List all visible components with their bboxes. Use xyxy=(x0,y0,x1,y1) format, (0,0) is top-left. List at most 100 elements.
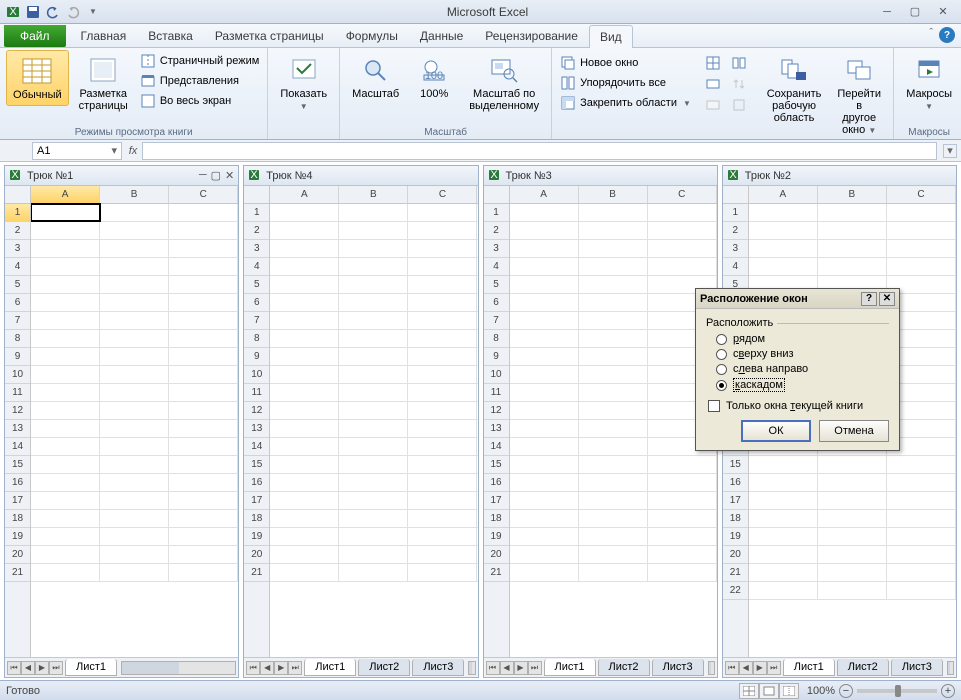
cell[interactable] xyxy=(408,276,477,293)
cell[interactable] xyxy=(818,222,887,239)
cell[interactable] xyxy=(579,330,648,347)
fx-icon[interactable]: fx xyxy=(124,145,142,157)
row-header[interactable]: 4 xyxy=(484,258,509,276)
row-header[interactable]: 17 xyxy=(5,492,30,510)
row-header[interactable]: 6 xyxy=(484,294,509,312)
cell[interactable] xyxy=(169,222,238,239)
cell[interactable] xyxy=(339,546,408,563)
row-header[interactable]: 6 xyxy=(244,294,269,312)
cell[interactable] xyxy=(510,294,579,311)
switch-windows-button[interactable]: Перейти в другое окно ▼ xyxy=(831,50,887,141)
cell[interactable] xyxy=(31,240,100,257)
cell[interactable] xyxy=(408,420,477,437)
cell[interactable] xyxy=(408,474,477,491)
cell[interactable] xyxy=(648,546,717,563)
cell[interactable] xyxy=(510,474,579,491)
row-header[interactable]: 8 xyxy=(484,330,509,348)
file-tab[interactable]: Файл xyxy=(4,25,66,47)
cancel-button[interactable]: Отмена xyxy=(819,420,889,442)
cell[interactable] xyxy=(339,492,408,509)
cell[interactable] xyxy=(339,348,408,365)
zoom-button[interactable]: Масштаб xyxy=(346,50,405,104)
cell[interactable] xyxy=(887,564,956,581)
cell[interactable] xyxy=(818,204,887,221)
close-icon[interactable]: ✕ xyxy=(933,5,953,19)
row-header[interactable]: 17 xyxy=(244,492,269,510)
cell[interactable] xyxy=(270,546,339,563)
cell[interactable] xyxy=(408,258,477,275)
cell[interactable] xyxy=(339,366,408,383)
sheet-nav-next-icon[interactable]: ▶ xyxy=(35,661,49,675)
normal-view-shortcut[interactable] xyxy=(739,683,759,699)
cell[interactable] xyxy=(339,438,408,455)
cell[interactable] xyxy=(339,276,408,293)
cell[interactable] xyxy=(408,564,477,581)
row-header[interactable]: 3 xyxy=(723,240,748,258)
cell[interactable] xyxy=(510,546,579,563)
row-header[interactable]: 13 xyxy=(5,420,30,438)
cell[interactable] xyxy=(270,384,339,401)
undo-icon[interactable] xyxy=(44,3,62,21)
cell[interactable] xyxy=(749,510,818,527)
new-window-button[interactable]: Новое окно xyxy=(558,54,693,72)
sheet-nav-prev-icon[interactable]: ◀ xyxy=(21,661,35,675)
cell[interactable] xyxy=(31,474,100,491)
redo-icon[interactable] xyxy=(64,3,82,21)
select-all-corner[interactable] xyxy=(244,186,269,204)
cell[interactable] xyxy=(169,564,238,581)
cell[interactable] xyxy=(510,222,579,239)
cell[interactable] xyxy=(31,348,100,365)
sheet-nav-next-icon[interactable]: ▶ xyxy=(274,661,288,675)
cell[interactable] xyxy=(887,258,956,275)
column-header[interactable]: C xyxy=(408,186,477,203)
column-header[interactable]: C xyxy=(648,186,717,203)
sheet-tab[interactable]: Лист3 xyxy=(891,659,943,676)
cell[interactable] xyxy=(169,510,238,527)
row-header[interactable]: 21 xyxy=(244,564,269,582)
row-header[interactable]: 8 xyxy=(244,330,269,348)
cell[interactable] xyxy=(510,276,579,293)
workbook-titlebar[interactable]: XТрюк №3 xyxy=(484,166,717,186)
cell[interactable] xyxy=(887,222,956,239)
row-header[interactable]: 14 xyxy=(484,438,509,456)
cell[interactable] xyxy=(270,312,339,329)
cell[interactable] xyxy=(270,240,339,257)
row-header[interactable]: 10 xyxy=(5,366,30,384)
row-header[interactable]: 2 xyxy=(5,222,30,240)
cell[interactable] xyxy=(169,420,238,437)
row-header[interactable]: 15 xyxy=(5,456,30,474)
cell[interactable] xyxy=(887,474,956,491)
sheet-nav-prev-icon[interactable]: ◀ xyxy=(739,661,753,675)
sheet-nav-last-icon[interactable]: ⏭ xyxy=(528,661,542,675)
cell[interactable] xyxy=(270,438,339,455)
cell[interactable] xyxy=(169,492,238,509)
row-header[interactable]: 11 xyxy=(244,384,269,402)
cell[interactable] xyxy=(887,492,956,509)
cell[interactable] xyxy=(408,204,477,221)
row-header[interactable]: 4 xyxy=(723,258,748,276)
page-break-preview-button[interactable]: Страничный режим xyxy=(138,52,262,70)
workbook-titlebar[interactable]: XТрюк №2 xyxy=(723,166,956,186)
normal-view-button[interactable]: Обычный xyxy=(6,50,69,106)
cell[interactable] xyxy=(270,402,339,419)
cell[interactable] xyxy=(169,204,238,221)
cell[interactable] xyxy=(408,438,477,455)
hide-button[interactable] xyxy=(703,75,723,93)
ribbon-minimize-icon[interactable]: ˆ xyxy=(929,27,933,43)
tab-review[interactable]: Рецензирование xyxy=(474,24,589,47)
arrange-option-radio[interactable]: сверху вниз xyxy=(716,348,889,360)
cell[interactable] xyxy=(339,528,408,545)
sheet-nav-first-icon[interactable]: ⏮ xyxy=(246,661,260,675)
row-header[interactable]: 18 xyxy=(5,510,30,528)
cell[interactable] xyxy=(648,510,717,527)
column-header[interactable]: C xyxy=(169,186,238,203)
row-header[interactable]: 8 xyxy=(5,330,30,348)
sheet-nav-next-icon[interactable]: ▶ xyxy=(514,661,528,675)
cell[interactable] xyxy=(408,384,477,401)
wb-close-icon[interactable]: ✕ xyxy=(225,169,234,182)
sheet-nav-last-icon[interactable]: ⏭ xyxy=(288,661,302,675)
column-header[interactable]: A xyxy=(31,186,100,203)
row-header[interactable]: 15 xyxy=(723,456,748,474)
scrollbar-thumb[interactable] xyxy=(709,662,712,674)
cell[interactable] xyxy=(100,384,169,401)
